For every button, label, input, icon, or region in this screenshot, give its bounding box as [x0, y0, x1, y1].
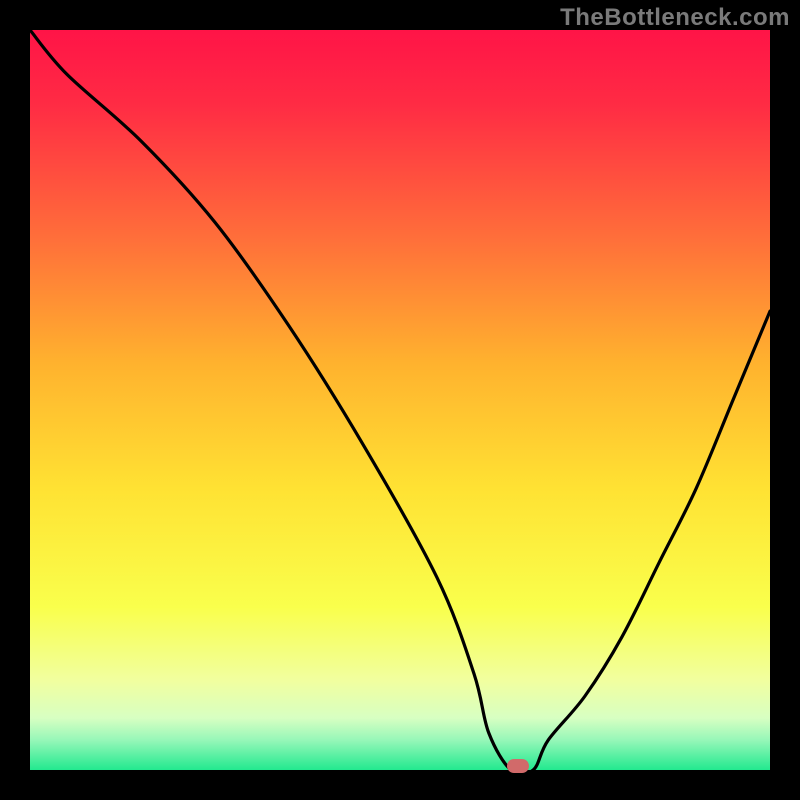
attribution-label: TheBottleneck.com [560, 4, 790, 32]
bottleneck-chart [30, 30, 770, 770]
optimal-point-marker [507, 759, 529, 773]
chart-frame: TheBottleneck.com [0, 0, 800, 800]
